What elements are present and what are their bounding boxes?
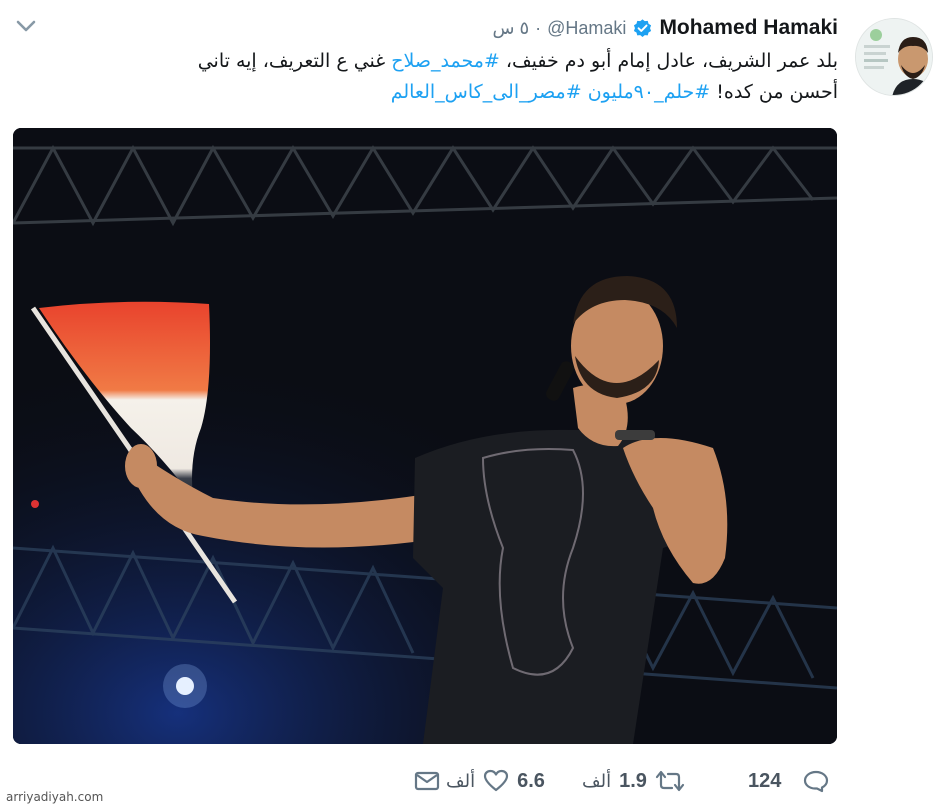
direct-message-button[interactable] [414, 764, 440, 798]
like-count: 6.6 [517, 769, 545, 792]
display-name[interactable]: Mohamed Hamaki [659, 16, 838, 40]
envelope-icon [414, 770, 440, 792]
tweet-header: ٥ س · @Hamaki Mohamed Hamaki [492, 14, 838, 42]
tweet-text-segment: أحسن من كده! [710, 81, 838, 103]
user-handle[interactable]: @Hamaki [547, 18, 626, 39]
hashtag-link[interactable]: #محمد_صلاح [391, 50, 500, 72]
retweet-count: 1.9 [619, 769, 647, 792]
tweet-action-bar: ألف 6.6 ألف 1.9 124 [0, 764, 950, 798]
like-count-unit: ألف [446, 770, 476, 792]
heart-icon [483, 769, 509, 793]
like-button[interactable]: ألف 6.6 [446, 764, 545, 798]
tweet-media-photo[interactable] [13, 128, 837, 744]
avatar[interactable] [855, 18, 933, 96]
retweet-count-unit: ألف [582, 770, 612, 792]
reply-count: 124 [748, 769, 782, 792]
tweet-text-segment: غني ع التعريف، إيه تاني [197, 50, 392, 72]
reply-icon [803, 769, 829, 793]
chevron-down-icon[interactable] [14, 16, 38, 36]
tweet-text: بلد عمر الشريف، عادل إمام أبو دم خفيف، #… [58, 46, 838, 108]
verified-badge-icon [632, 18, 653, 39]
tweet-text-line: بلد عمر الشريف، عادل إمام أبو دم خفيف، #… [58, 46, 838, 77]
tweet-timestamp[interactable]: ٥ س [492, 18, 529, 39]
tweet-text-segment: بلد عمر الشريف، عادل إمام أبو دم خفيف، [499, 50, 838, 72]
tweet-text-line: أحسن من كده! #حلم_٩٠مليون #مصر_الى_كاس_ا… [58, 77, 838, 108]
header-separator: · [535, 17, 542, 38]
hashtag-link[interactable]: #حلم_٩٠مليون #مصر_الى_كاس_العالم [391, 81, 711, 103]
retweet-button[interactable]: ألف 1.9 [582, 764, 685, 798]
reply-button[interactable]: 124 [748, 764, 829, 798]
source-watermark: arriyadiyah.com [6, 790, 104, 804]
retweet-icon [655, 769, 685, 793]
